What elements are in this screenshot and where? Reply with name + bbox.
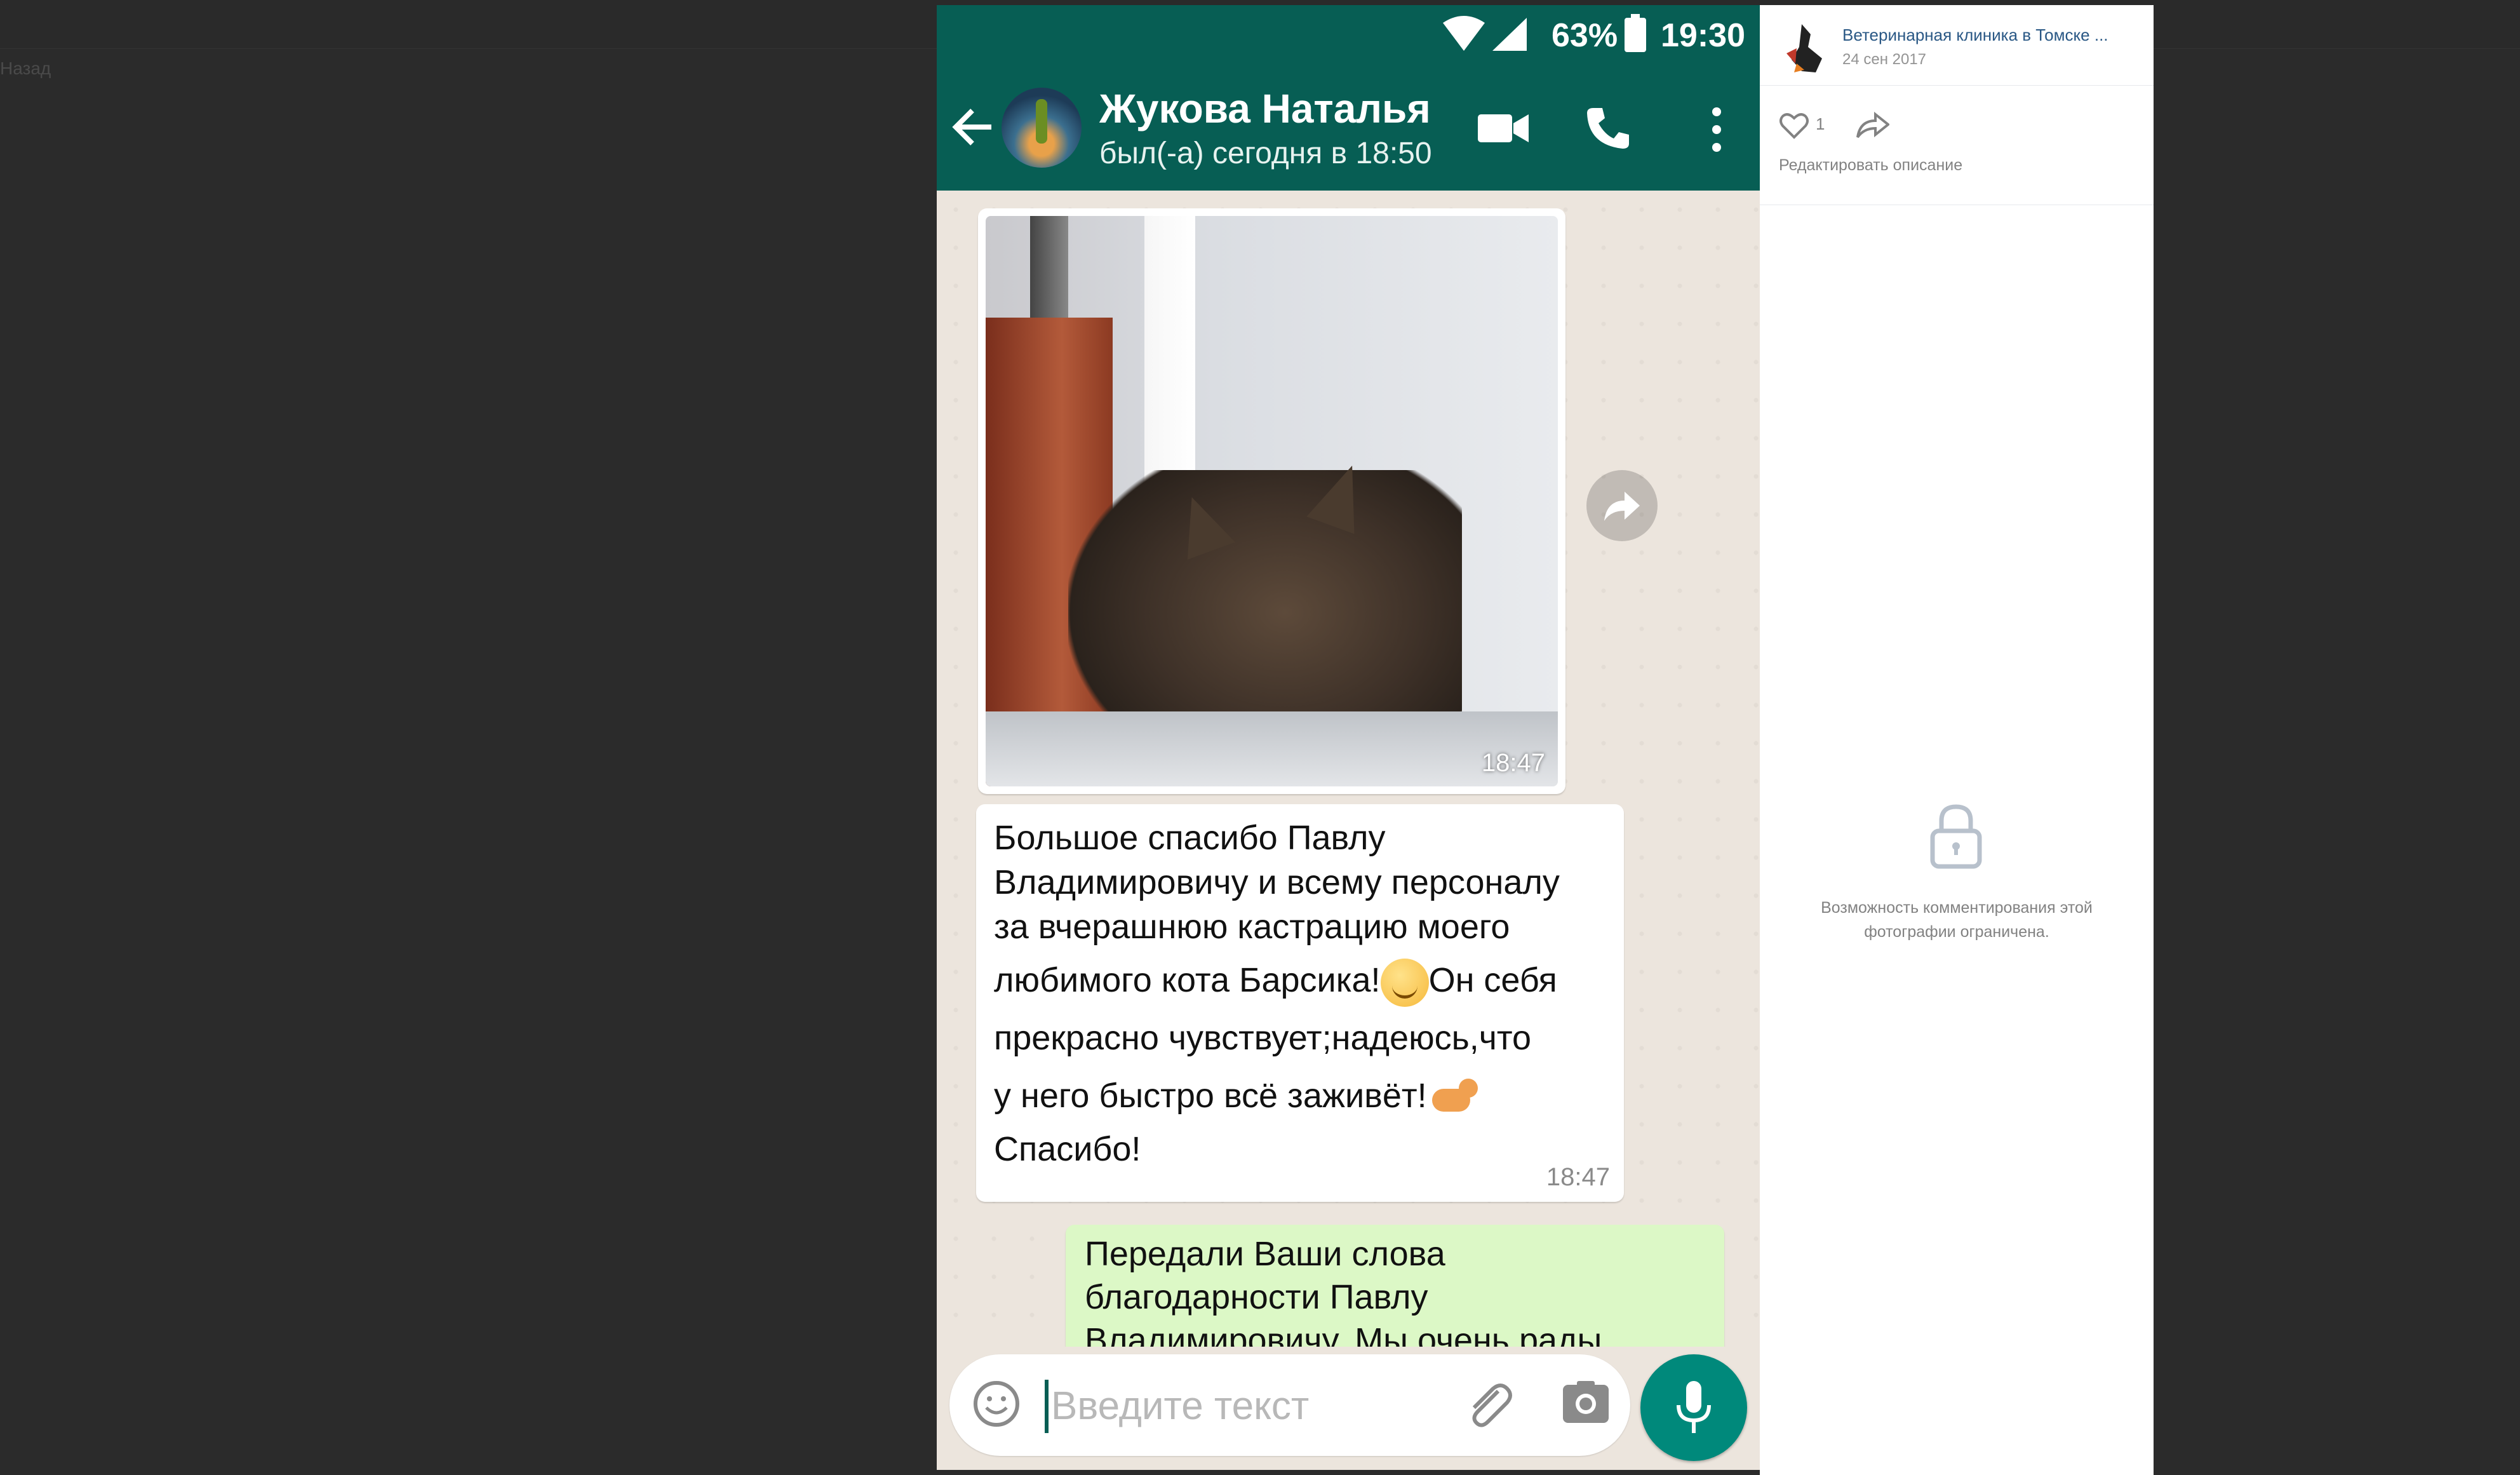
video-call-icon[interactable] <box>1478 111 1529 146</box>
message-placeholder[interactable]: Введите текст <box>1051 1384 1309 1429</box>
post-date[interactable]: 24 сен 2017 <box>1842 51 1926 69</box>
camera-icon[interactable] <box>1562 1380 1610 1425</box>
message-line: Спасибо! <box>994 1130 1141 1168</box>
comments-restricted-notice: Возможность комментирования этой фотогра… <box>1821 899 2093 941</box>
post-info-panel: Ветеринарная клиника в Томске ... 24 сен… <box>1760 5 2154 1475</box>
voice-record-button[interactable] <box>1640 1354 1747 1461</box>
microphone-icon <box>1677 1381 1711 1433</box>
message-line: благодарности Павлу <box>1085 1278 1428 1316</box>
image-timestamp: 18:47 <box>1481 749 1545 777</box>
text-cursor <box>1045 1380 1049 1433</box>
message-input-field[interactable]: Введите текст <box>949 1354 1630 1456</box>
battery-percent: 63% <box>1552 17 1618 54</box>
message-line: за вчерашнюю кастрацию моего <box>994 908 1510 946</box>
more-options-icon[interactable] <box>1709 105 1724 154</box>
forward-button[interactable] <box>1586 470 1658 541</box>
cat-photo[interactable] <box>986 216 1558 786</box>
outgoing-message-text: Передали Ваши слова благодарности Павлу … <box>1085 1232 1694 1347</box>
last-seen-status: был(-а) сегодня в 18:50 <box>1099 137 1432 170</box>
message-fragment: у него быстро всё заживёт! <box>994 1077 1427 1115</box>
message-line: у него быстро всё заживёт! <box>994 1065 1604 1127</box>
image-message[interactable]: 18:47 <box>978 208 1565 794</box>
message-line: Владимировичу. Мы очень рады <box>1085 1321 1602 1347</box>
forward-icon <box>1604 492 1640 521</box>
wifi-icon <box>1443 16 1485 51</box>
status-bar: 63% 19:30 <box>937 5 1760 69</box>
message-fragment: Он себя <box>1428 961 1557 999</box>
chat-header: Жукова Наталья был(-а) сегодня в 18:50 <box>937 69 1760 191</box>
like-count: 1 <box>1816 114 1825 133</box>
share-icon[interactable] <box>1856 112 1889 140</box>
emoji-icon[interactable] <box>972 1380 1021 1428</box>
back-link[interactable]: Назад <box>0 58 51 79</box>
incoming-message-text: Большое спасибо Павлу Владимировичу и вс… <box>994 816 1604 1171</box>
group-name-link[interactable]: Ветеринарная клиника в Томске ... <box>1842 25 2108 45</box>
message-line: любимого кота Барсика! Он себя <box>994 949 1604 1011</box>
signal-icon <box>1492 18 1527 51</box>
back-arrow-icon[interactable] <box>951 102 995 152</box>
edit-description-link[interactable]: Редактировать описание <box>1779 156 1962 175</box>
heart-icon[interactable] <box>1779 112 1809 140</box>
phone-screenshot: 63% 19:30 Жукова Наталья был(-а) сегодня… <box>937 5 1760 1470</box>
chat-area[interactable]: 18:47 Большое спасибо Павлу Владимирович… <box>937 191 1760 1347</box>
divider <box>1760 85 2154 86</box>
cat-emoji-icon <box>1427 1076 1480 1121</box>
incoming-message[interactable]: Большое спасибо Павлу Владимировичу и вс… <box>976 804 1624 1202</box>
message-line: Передали Ваши слова <box>1085 1235 1445 1273</box>
message-line: Большое спасибо Павлу <box>994 819 1386 857</box>
message-line: прекрасно чувствует;надеюсь,что <box>994 1019 1531 1057</box>
contact-avatar[interactable] <box>1002 88 1082 168</box>
contact-name[interactable]: Жукова Наталья <box>1099 85 1431 132</box>
outgoing-message[interactable]: Передали Ваши слова благодарности Павлу … <box>1066 1225 1724 1347</box>
message-line: Владимировичу и всему персоналу <box>994 863 1560 901</box>
lock-icon <box>1930 804 1982 869</box>
clinic-logo-icon[interactable] <box>1783 22 1827 74</box>
photo-blanket <box>986 711 1558 786</box>
clock: 19:30 <box>1661 17 1745 54</box>
smiling-face-emoji-icon <box>1380 958 1429 1007</box>
incoming-timestamp: 18:47 <box>1546 1163 1610 1191</box>
attach-paperclip-icon[interactable] <box>1463 1378 1513 1429</box>
message-input-bar: Введите текст <box>937 1347 1760 1470</box>
message-fragment: любимого кота Барсика! <box>994 961 1381 999</box>
phone-call-icon[interactable] <box>1585 105 1630 151</box>
battery-icon <box>1625 14 1646 52</box>
